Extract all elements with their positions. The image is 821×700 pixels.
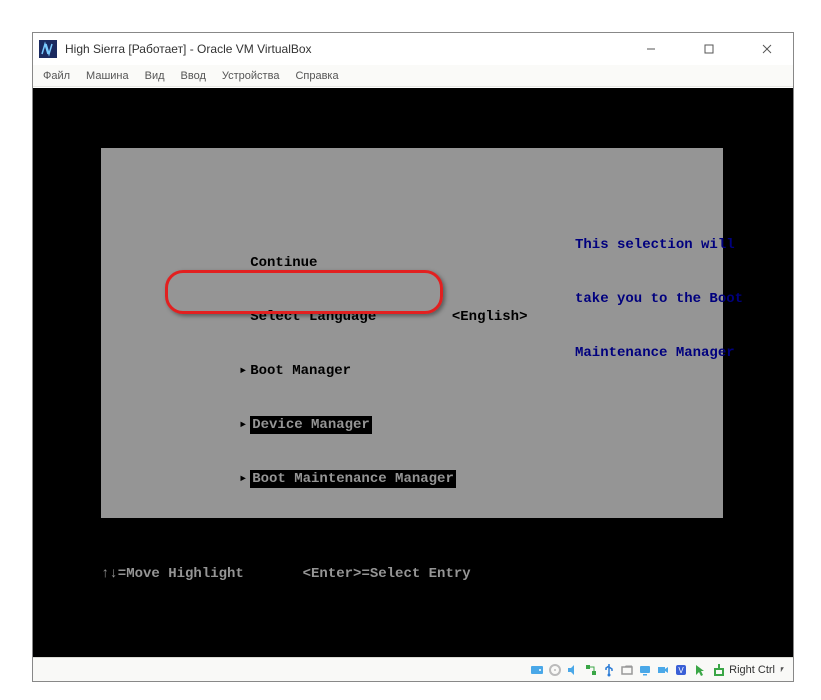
recording-icon[interactable] <box>655 662 671 678</box>
window-title: High Sierra [Работает] - Oracle VM Virtu… <box>65 42 631 56</box>
mouse-integration-icon[interactable] <box>691 662 707 678</box>
virtualbox-window: High Sierra [Работает] - Oracle VM Virtu… <box>32 32 794 682</box>
keyboard-icon <box>713 664 725 676</box>
uefi-label: Device Manager <box>250 416 372 434</box>
menu-machine[interactable]: Машина <box>80 68 135 84</box>
display-icon[interactable] <box>637 662 653 678</box>
uefi-item-boot-maintenance-manager[interactable]: ▸Boot Maintenance Manager <box>236 470 616 488</box>
uefi-label: Boot Maintenance Manager <box>250 470 456 488</box>
usb-icon[interactable] <box>601 662 617 678</box>
uefi-item-continue[interactable]: Continue <box>236 254 616 272</box>
titlebar: High Sierra [Работает] - Oracle VM Virtu… <box>33 33 793 65</box>
menu-input[interactable]: Ввод <box>175 68 212 84</box>
host-key-label: Right Ctrl <box>729 664 775 676</box>
uefi-label: Select Language <box>250 309 376 325</box>
status-icons: V <box>529 662 707 678</box>
uefi-item-select-language[interactable]: Select Language <English> <box>236 308 616 326</box>
right-arrow-icon: ▸ <box>236 362 250 380</box>
maximize-button[interactable] <box>689 39 729 59</box>
svg-text:V: V <box>678 666 684 675</box>
uefi-label: Continue <box>250 255 317 271</box>
close-button[interactable] <box>747 39 787 59</box>
virtualbox-icon <box>39 40 57 58</box>
uefi-item-boot-manager[interactable]: ▸Boot Manager <box>236 362 616 380</box>
uefi-label: Boot Manager <box>250 363 351 379</box>
window-buttons <box>631 39 787 59</box>
vm-status-bar: V Right Ctrl ⎖ <box>33 657 793 681</box>
uefi-footer-hints: ↑↓=Move Highlight <Enter>=Select Entry <box>101 566 471 582</box>
menu-help[interactable]: Справка <box>289 68 344 84</box>
menu-file[interactable]: Файл <box>37 68 76 84</box>
uefi-panel: Continue Select Language <English> ▸Boot… <box>101 148 723 518</box>
uefi-item-device-manager[interactable]: ▸Device Manager <box>236 416 616 434</box>
uefi-language-value: <English> <box>452 309 528 325</box>
right-arrow-icon: ▸ <box>236 416 250 434</box>
right-arrow-icon: ▸ <box>236 470 250 488</box>
hard-disk-icon[interactable] <box>529 662 545 678</box>
uefi-help-text: This selection will take you to the Boot… <box>575 200 775 398</box>
virtualization-icon[interactable]: V <box>673 662 689 678</box>
network-icon[interactable] <box>583 662 599 678</box>
shared-folders-icon[interactable] <box>619 662 635 678</box>
menubar: Файл Машина Вид Ввод Устройства Справка <box>33 65 793 87</box>
uefi-menu: Continue Select Language <English> ▸Boot… <box>169 200 715 578</box>
minimize-button[interactable] <box>631 39 671 59</box>
host-key-indicator[interactable]: Right Ctrl <box>713 664 775 676</box>
vm-display[interactable]: Continue Select Language <English> ▸Boot… <box>33 88 793 657</box>
optical-drive-icon[interactable] <box>547 662 563 678</box>
uefi-help-line: Maintenance Manager <box>575 344 775 362</box>
menu-view[interactable]: Вид <box>139 68 171 84</box>
menu-devices[interactable]: Устройства <box>216 68 286 84</box>
uefi-help-line: This selection will <box>575 236 775 254</box>
status-expand-icon[interactable]: ⎖ <box>777 662 787 678</box>
uefi-help-line: take you to the Boot <box>575 290 775 308</box>
audio-icon[interactable] <box>565 662 581 678</box>
